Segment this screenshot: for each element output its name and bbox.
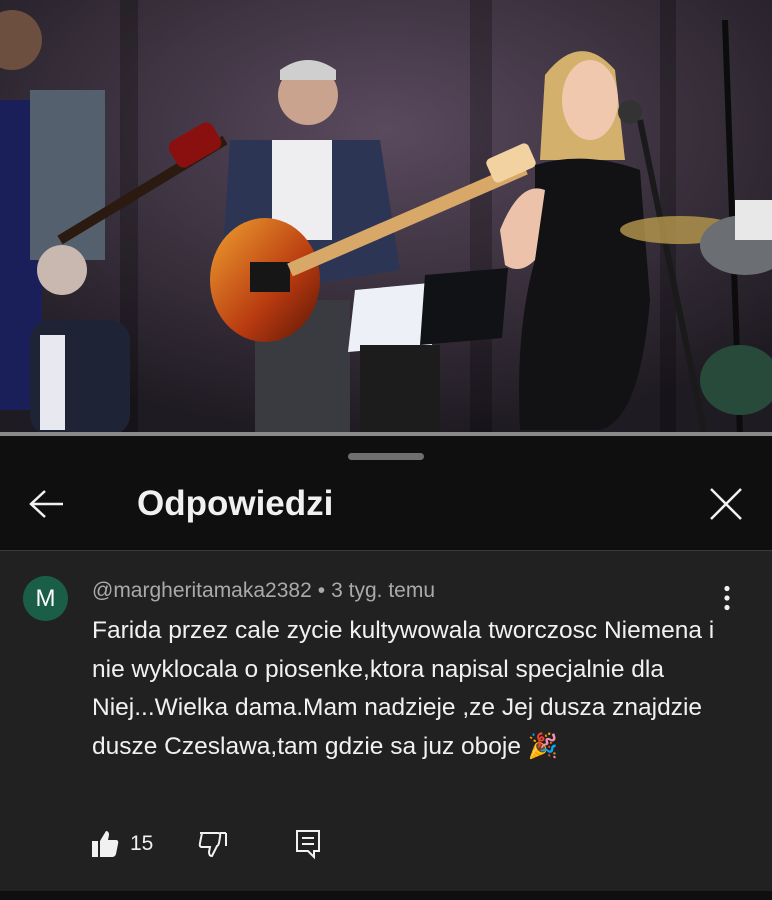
- video-frame: [0, 0, 772, 435]
- comment-item: M @margheritamaka2382 • 3 tyg. temu Farida…: [0, 551, 772, 891]
- meta-separator: •: [317, 579, 326, 602]
- arrow-left-icon: [29, 490, 63, 518]
- bottom-edge: [0, 891, 772, 900]
- thumbs-up-icon: [92, 831, 119, 857]
- panel-title: Odpowiedzi: [137, 484, 334, 523]
- drag-handle[interactable]: [348, 453, 424, 460]
- reply-button[interactable]: [294, 827, 322, 861]
- dislike-button[interactable]: [198, 827, 228, 861]
- video-player[interactable]: [0, 0, 772, 435]
- avatar[interactable]: M: [23, 576, 68, 621]
- comment-author[interactable]: @margheritamaka2382: [92, 579, 312, 602]
- more-vertical-icon: [724, 585, 730, 611]
- like-button[interactable]: 15: [90, 827, 153, 861]
- like-count: 15: [130, 832, 154, 855]
- comment-text: Farida przez cale zycie kultywowala twor…: [92, 617, 715, 760]
- comment-time: 3 tyg. temu: [331, 579, 436, 602]
- thumbs-down-icon: [198, 832, 227, 858]
- close-button[interactable]: [700, 482, 752, 526]
- comment-meta: @margheritamaka2382 • 3 tyg. temu: [92, 579, 435, 603]
- close-icon: [710, 488, 742, 520]
- back-button[interactable]: [22, 484, 72, 524]
- reply-comment-icon: [296, 830, 320, 860]
- avatar-letter: M: [35, 584, 56, 612]
- replies-panel: Odpowiedzi M @margheritamaka2382 • 3 tyg. …: [0, 436, 772, 900]
- more-options-button[interactable]: [712, 583, 742, 613]
